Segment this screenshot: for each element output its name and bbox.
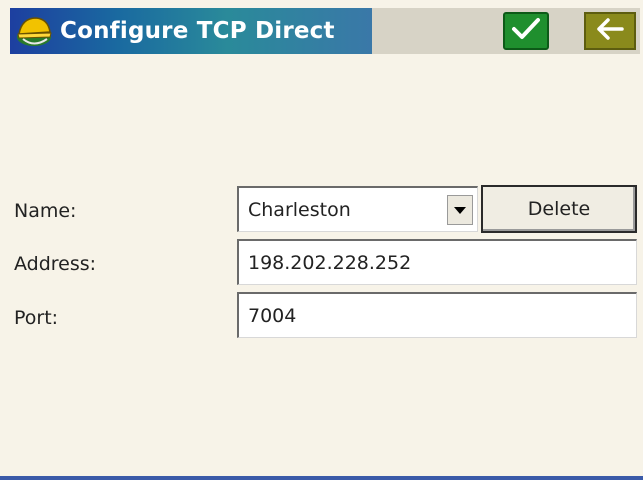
port-field[interactable]: 7004 xyxy=(237,292,637,338)
name-label: Name: xyxy=(14,200,77,222)
back-button[interactable] xyxy=(584,12,636,50)
survey-helmet-icon xyxy=(14,12,54,50)
name-dropdown[interactable]: Charleston xyxy=(237,186,478,232)
name-dropdown-value: Charleston xyxy=(248,198,351,221)
address-label: Address: xyxy=(14,253,97,275)
delete-button[interactable]: Delete xyxy=(481,185,637,233)
address-field[interactable]: 198.202.228.252 xyxy=(237,239,637,285)
back-arrow-icon xyxy=(594,16,626,46)
checkmark-icon xyxy=(511,16,541,46)
window-title: Configure TCP Direct xyxy=(60,18,335,44)
chevron-down-icon[interactable] xyxy=(447,195,473,225)
bottom-border xyxy=(0,476,643,480)
ok-button[interactable] xyxy=(503,12,549,50)
title-bar: Configure TCP Direct xyxy=(0,0,643,62)
port-label: Port: xyxy=(14,307,59,329)
